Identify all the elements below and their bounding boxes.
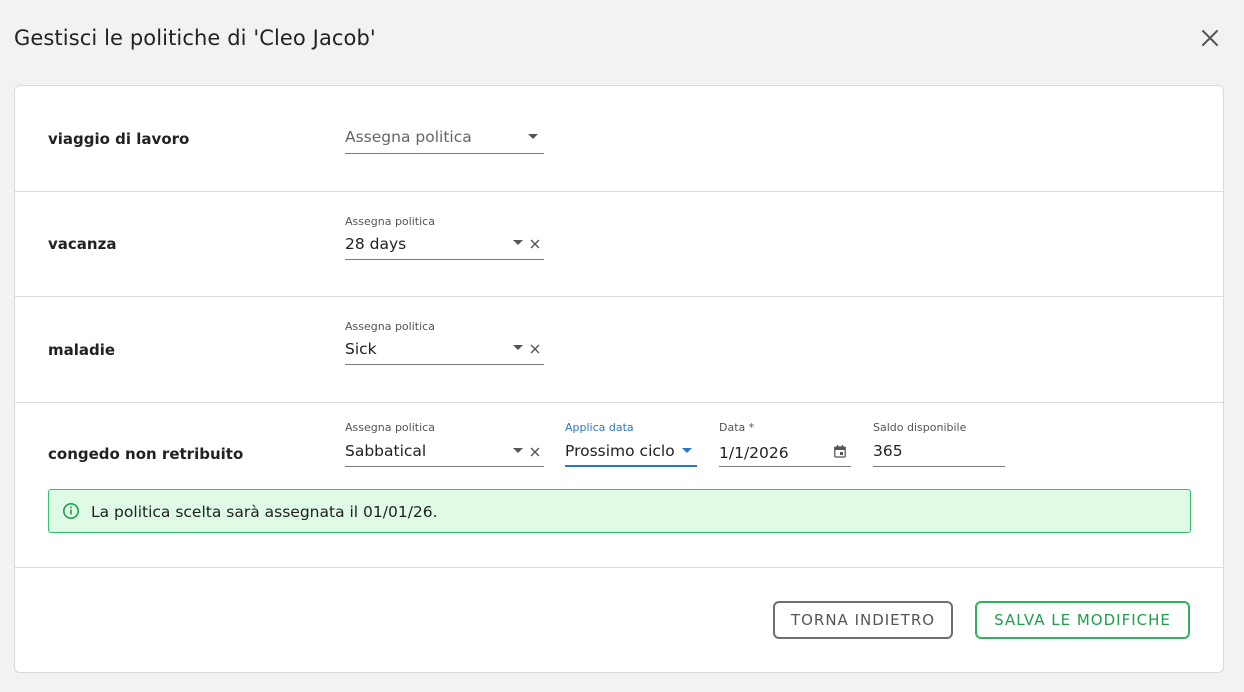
chevron-down-icon[interactable] xyxy=(513,240,523,245)
policy-row-sick: maladie Assegna politica Sick xyxy=(15,297,1223,403)
close-button[interactable] xyxy=(1196,24,1224,52)
date-value: 1/1/2026 xyxy=(719,444,789,462)
dialog-title: Gestisci le politiche di 'Cleo Jacob' xyxy=(14,26,376,50)
info-alert: La politica scelta sarà assegnata il 01/… xyxy=(48,489,1191,533)
policy-select[interactable]: Assegna politica Sick xyxy=(345,320,544,365)
policy-select-value: 28 days xyxy=(345,235,407,253)
apply-date-select[interactable]: Applica data Prossimo ciclo xyxy=(565,421,697,467)
policy-row-unpaid-leave: congedo non retribuito Assegna politica … xyxy=(15,403,1223,568)
row-label: viaggio di lavoro xyxy=(48,130,190,148)
dialog-header: Gestisci le politiche di 'Cleo Jacob' xyxy=(0,0,1244,78)
policy-select-label: Assegna politica xyxy=(345,421,435,434)
row-label: congedo non retribuito xyxy=(48,445,244,463)
close-icon xyxy=(1202,30,1218,46)
policy-select-value: Sick xyxy=(345,340,377,358)
apply-date-label: Applica data xyxy=(565,421,634,434)
save-button[interactable]: SALVA LE MODIFICHE xyxy=(975,601,1190,639)
chevron-down-icon[interactable] xyxy=(682,448,692,453)
clear-icon[interactable] xyxy=(529,343,541,355)
policy-select[interactable]: Assegna politica xyxy=(345,124,544,154)
chevron-down-icon[interactable] xyxy=(513,448,523,453)
chevron-down-icon[interactable] xyxy=(513,345,523,350)
policies-card: viaggio di lavoro Assegna politica vacan… xyxy=(14,85,1224,673)
date-label: Data * xyxy=(719,421,755,434)
policy-select[interactable]: Assegna politica 28 days xyxy=(345,215,544,260)
policy-select-label: Assegna politica xyxy=(345,215,435,228)
chevron-down-icon[interactable] xyxy=(528,134,538,139)
info-icon xyxy=(63,503,79,519)
clear-icon[interactable] xyxy=(529,238,541,250)
apply-date-value: Prossimo ciclo xyxy=(565,442,675,460)
date-field[interactable]: Data * 1/1/2026 xyxy=(719,421,851,467)
clear-icon[interactable] xyxy=(529,446,541,458)
policy-select-placeholder: Assegna politica xyxy=(345,128,472,146)
calendar-icon[interactable] xyxy=(834,445,846,458)
policy-row-business-travel: viaggio di lavoro Assegna politica xyxy=(15,86,1223,192)
policy-select-label: Assegna politica xyxy=(345,320,435,333)
policy-row-vacation: vacanza Assegna politica 28 days xyxy=(15,192,1223,297)
row-label: maladie xyxy=(48,341,116,359)
alert-text: La politica scelta sarà assegnata il 01/… xyxy=(91,503,438,521)
policy-select[interactable]: Assegna politica Sabbatical xyxy=(345,421,544,467)
back-button[interactable]: TORNA INDIETRO xyxy=(773,601,953,639)
balance-field[interactable]: Saldo disponibile 365 xyxy=(873,421,1005,467)
policy-select-value: Sabbatical xyxy=(345,442,427,460)
balance-label: Saldo disponibile xyxy=(873,421,967,434)
balance-value: 365 xyxy=(873,442,903,460)
row-label: vacanza xyxy=(48,235,117,253)
